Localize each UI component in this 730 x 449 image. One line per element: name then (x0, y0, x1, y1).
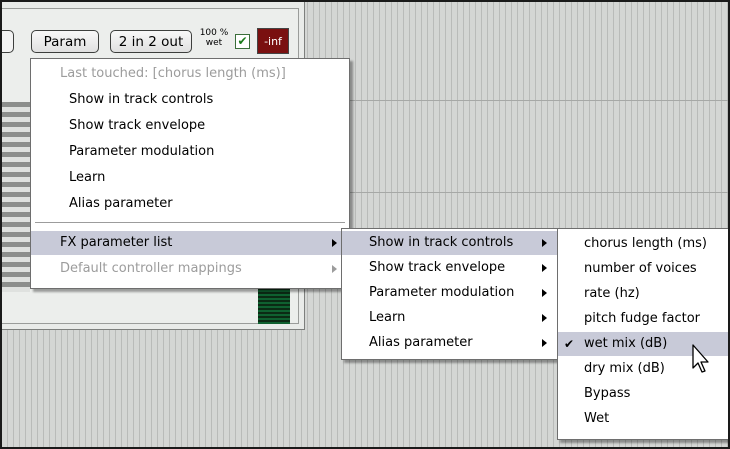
parameter-context-menu: Last touched: [chorus length (ms)] Show … (30, 58, 350, 289)
slider-rail (2, 102, 30, 292)
triangle-right-icon (332, 265, 337, 273)
param-pitch-fudge-factor[interactable]: pitch fudge factor (558, 307, 728, 331)
triangle-right-icon (542, 239, 547, 247)
submenu-item-show-in-track-controls[interactable]: Show in track controls (342, 231, 559, 255)
submenu-item-label: Show in track controls (369, 235, 514, 250)
last-touched-header: Last touched: [chorus length (ms)] (31, 62, 349, 86)
param-chorus-length[interactable]: chorus length (ms) (558, 232, 728, 256)
param-item-label: wet mix (dB) (584, 336, 668, 351)
menu-item-label: Show in track controls (69, 92, 214, 107)
submenu-item-label: Alias parameter (369, 335, 473, 350)
level-value: -inf (264, 35, 282, 48)
param-button[interactable]: Param (31, 30, 99, 53)
submenu-item-parameter-modulation[interactable]: Parameter modulation (342, 281, 559, 305)
param-item-label: Bypass (584, 386, 631, 401)
menu-item-show-in-track-controls[interactable]: Show in track controls (31, 88, 349, 112)
menu-item-label: Learn (69, 170, 106, 185)
arrow-pointer-icon (692, 344, 709, 373)
menu-item-label: Alias parameter (69, 196, 173, 211)
param-rate[interactable]: rate (hz) (558, 282, 728, 306)
track-fx-window: Param 2 in 2 out 100 % wet ✔ -inf Last t… (0, 0, 730, 449)
menu-item-label: FX parameter list (60, 235, 173, 250)
menu-item-default-controller-mappings[interactable]: Default controller mappings (31, 257, 349, 281)
last-touched-label: Last touched: [chorus length (ms)] (60, 66, 286, 81)
wet-label: wet (205, 38, 223, 48)
param-item-label: pitch fudge factor (584, 311, 701, 326)
param-item-label: dry mix (dB) (584, 361, 665, 376)
submenu-item-show-track-envelope[interactable]: Show track envelope (342, 256, 559, 280)
submenu-item-label: Parameter modulation (369, 285, 515, 300)
fx-parameter-submenu: Show in track controls Show track envelo… (341, 228, 560, 360)
menu-item-alias-parameter[interactable]: Alias parameter (31, 192, 349, 216)
menu-item-show-track-envelope[interactable]: Show track envelope (31, 114, 349, 138)
param-item-label: rate (hz) (584, 286, 640, 301)
check-icon: ✔ (237, 34, 248, 48)
param-button-label: Param (43, 34, 87, 50)
parameter-list-menu: chorus length (ms) number of voices rate… (557, 228, 728, 440)
param-item-label: chorus length (ms) (584, 236, 707, 251)
submenu-item-label: Show track envelope (369, 260, 506, 275)
menu-item-label: Default controller mappings (60, 261, 242, 276)
wet-knob[interactable]: 100 % wet (198, 28, 230, 54)
menu-item-label: Show track envelope (69, 118, 206, 133)
param-number-of-voices[interactable]: number of voices (558, 257, 728, 281)
param-item-label: number of voices (584, 261, 697, 276)
param-wet[interactable]: Wet (558, 407, 728, 431)
io-pins-button[interactable]: 2 in 2 out (110, 30, 192, 53)
menu-separator (35, 222, 345, 223)
checkmark-icon: ✔ (564, 337, 575, 351)
param-item-label: Wet (584, 411, 610, 426)
param-bypass[interactable]: Bypass (558, 382, 728, 406)
fx-enable-checkbox[interactable]: ✔ (235, 34, 250, 49)
triangle-right-icon (332, 239, 337, 247)
triangle-right-icon (542, 264, 547, 272)
wet-percent: 100 % (199, 28, 229, 38)
menu-item-label: Parameter modulation (69, 144, 215, 159)
menu-item-fx-parameter-list[interactable]: FX parameter list (31, 231, 349, 255)
submenu-item-alias-parameter[interactable]: Alias parameter (342, 331, 559, 355)
io-pins-label: 2 in 2 out (118, 34, 184, 50)
triangle-right-icon (542, 289, 547, 297)
previous-button[interactable] (2, 30, 14, 53)
triangle-right-icon (542, 314, 547, 322)
menu-item-learn[interactable]: Learn (31, 166, 349, 190)
triangle-right-icon (542, 339, 547, 347)
menu-item-parameter-modulation[interactable]: Parameter modulation (31, 140, 349, 164)
level-meter-readout[interactable]: -inf (257, 28, 289, 54)
submenu-item-label: Learn (369, 310, 406, 325)
submenu-item-learn[interactable]: Learn (342, 306, 559, 330)
